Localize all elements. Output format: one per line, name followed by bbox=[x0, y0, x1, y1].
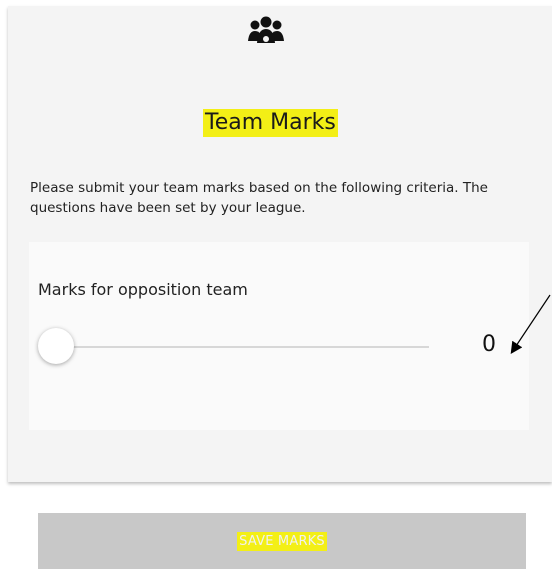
team-icon bbox=[248, 16, 284, 43]
team-marks-card: Team Marks Please submit your team marks… bbox=[8, 6, 552, 482]
save-marks-button[interactable]: SAVE MARKS bbox=[38, 513, 526, 569]
marks-slider-panel: Marks for opposition team 0 bbox=[29, 242, 529, 430]
page-title: Team Marks bbox=[203, 109, 338, 137]
slider-value: 0 bbox=[482, 332, 496, 357]
slider-label: Marks for opposition team bbox=[38, 280, 248, 299]
criteria-description: Please submit your team marks based on t… bbox=[30, 180, 488, 216]
slider-thumb[interactable] bbox=[38, 328, 74, 364]
save-marks-label: SAVE MARKS bbox=[237, 531, 327, 551]
slider-track[interactable] bbox=[59, 346, 429, 348]
